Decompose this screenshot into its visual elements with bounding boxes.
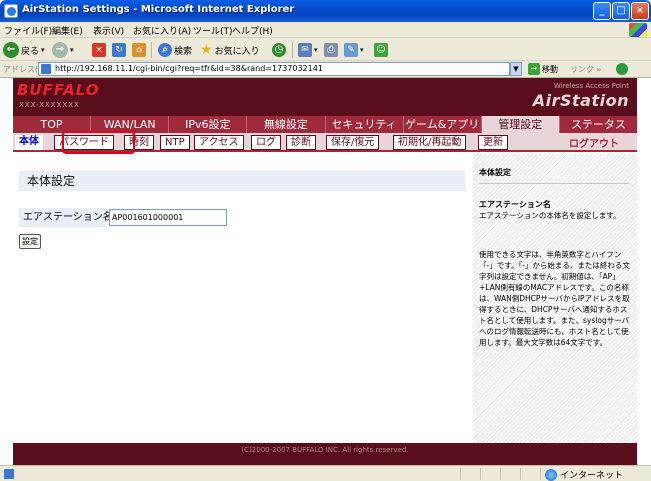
help-divider xyxy=(479,183,629,184)
product-name: AirStation xyxy=(532,91,629,110)
window-title: AirStation Settings - Microsoft Internet… xyxy=(22,4,295,15)
home-button[interactable]: ⌂ xyxy=(132,41,146,59)
forward-arrow-icon: → xyxy=(52,42,68,58)
password-highlight-box xyxy=(62,131,135,154)
links-button[interactable]: リンク » xyxy=(570,64,601,75)
tab-wireless[interactable]: 無線設定 xyxy=(246,116,324,133)
title-bar: AirStation Settings - Microsoft Internet… xyxy=(0,0,651,22)
section-title: 本体設定 xyxy=(19,171,465,191)
ie-icon xyxy=(4,4,18,18)
toolbar: ← 戻る ▾ → ▾ × ↻ ⌂ ⌕ 検索 ★ お気に入り ◷ ✉ ▾ ⎙ ✎ ▾ ☺ xyxy=(0,38,651,61)
home-icon: ⌂ xyxy=(132,43,146,57)
help-description: エアステーションの本体名を設定します。 xyxy=(479,211,621,220)
page-status-icon xyxy=(4,469,14,479)
minimize-button[interactable]: _ xyxy=(593,2,611,20)
subnav-access[interactable]: アクセス xyxy=(194,135,244,150)
mail-icon: ✉ xyxy=(298,43,312,57)
address-url: http://192.168.11.1/cgi-bin/cgi?req=tfr&… xyxy=(55,64,323,73)
history-button[interactable]: ◷ xyxy=(272,41,286,59)
search-button[interactable]: ⌕ 検索 xyxy=(158,41,192,59)
toolbar-separator xyxy=(151,42,152,58)
toolbar-separator xyxy=(292,42,293,58)
forward-button[interactable]: → ▾ xyxy=(52,41,74,59)
stop-button[interactable]: × xyxy=(92,41,106,59)
settings-panel: 本体設定 エアステーション名 設定 xyxy=(13,154,473,443)
subnav-device[interactable]: 本体 xyxy=(15,135,43,150)
status-separator xyxy=(480,468,481,480)
star-icon: ★ xyxy=(200,42,213,58)
address-input[interactable]: http://192.168.11.1/cgi-bin/cgi?req=tfr&… xyxy=(38,62,510,76)
edit-icon: ✎ xyxy=(344,43,358,57)
address-dropdown[interactable]: ▼ xyxy=(510,62,522,76)
print-button[interactable]: ⎙ xyxy=(324,41,338,59)
subnav-log[interactable]: ログ xyxy=(251,135,281,150)
maximize-button[interactable]: □ xyxy=(612,2,630,20)
router-header: BUFFALO XXX-XXXXXXX Wireless Access Poin… xyxy=(13,78,637,116)
print-icon: ⎙ xyxy=(324,43,338,57)
help-body: 使用できる文字は、半角英数字とハイフン「-」です。「-」から始まる、または終わる… xyxy=(479,250,630,347)
menu-file[interactable]: ファイル(F) xyxy=(4,24,52,37)
close-button[interactable]: × xyxy=(631,2,649,20)
refresh-button[interactable]: ↻ xyxy=(112,41,126,59)
tab-security[interactable]: セキュリティ xyxy=(324,116,403,133)
menu-view[interactable]: 表示(V) xyxy=(93,24,124,37)
stop-icon: × xyxy=(92,43,106,57)
help-title: 本体設定 xyxy=(479,168,511,177)
back-button[interactable]: ← 戻る ▾ xyxy=(3,41,45,59)
history-icon: ◷ xyxy=(272,43,286,57)
tab-ipv6[interactable]: IPv6設定 xyxy=(168,116,246,133)
tab-status[interactable]: ステータス xyxy=(558,116,637,133)
search-icon: ⌕ xyxy=(158,43,172,57)
status-separator xyxy=(520,468,521,480)
address-bar: アドレス(D) http://192.168.11.1/cgi-bin/cgi?… xyxy=(0,61,651,78)
station-name-label: エアステーション名 xyxy=(19,208,113,227)
security-zone: インターネット xyxy=(545,468,623,481)
status-bar: インターネット xyxy=(0,465,651,481)
page-content: BUFFALO XXX-XXXXXXX Wireless Access Poin… xyxy=(0,78,651,465)
go-button[interactable]: → 移動 xyxy=(528,63,558,75)
status-separator xyxy=(460,468,461,480)
extension-icon[interactable] xyxy=(616,63,628,75)
menu-favorites[interactable]: お気に入り(A) xyxy=(133,24,191,37)
internet-globe-icon xyxy=(545,468,557,481)
station-name-input[interactable] xyxy=(109,209,227,226)
tab-admin[interactable]: 管理設定 xyxy=(480,116,559,133)
help-subtitle: エアステーション名 xyxy=(479,200,551,209)
subnav-ntp[interactable]: NTP xyxy=(160,135,190,150)
subnav-init-restart[interactable]: 初期化/再起動 xyxy=(393,135,467,150)
logout-link[interactable]: ログアウト xyxy=(569,135,619,150)
messenger-icon: ☺ xyxy=(374,43,388,57)
windows-flag-icon xyxy=(629,23,647,37)
help-panel: 本体設定 エアステーション名 エアステーションの本体名を設定します。 使用できる… xyxy=(473,154,637,443)
model-name: XXX-XXXXXXX xyxy=(19,101,80,109)
product-subtitle: Wireless Access Point xyxy=(553,82,629,90)
back-arrow-icon: ← xyxy=(3,42,19,58)
sub-navigation: 本体 パスワード 時刻 NTP アクセス ログ 診断 保存/復元 初期化/再起動… xyxy=(13,131,637,154)
mail-button[interactable]: ✉ ▾ xyxy=(298,41,318,59)
buffalo-logo: BUFFALO xyxy=(17,81,100,99)
menu-edit[interactable]: 編集(E) xyxy=(52,24,83,37)
subnav-diagnosis[interactable]: 診断 xyxy=(286,135,316,150)
messenger-button[interactable]: ☺ xyxy=(374,41,388,59)
go-arrow-icon: → xyxy=(528,63,540,75)
set-button[interactable]: 設定 xyxy=(19,234,41,249)
subnav-update[interactable]: 更新 xyxy=(478,135,508,150)
menu-bar: ファイル(F) 編集(E) 表示(V) お気に入り(A) ツール(T) ヘルプ(… xyxy=(0,22,651,38)
menu-tools[interactable]: ツール(T) xyxy=(193,24,233,37)
copyright-footer: (C)2000-2007 BUFFALO INC. All rights res… xyxy=(13,443,637,465)
status-separator xyxy=(500,468,501,480)
refresh-icon: ↻ xyxy=(112,43,126,57)
subnav-save-restore[interactable]: 保存/復元 xyxy=(326,135,380,150)
menu-help[interactable]: ヘルプ(H) xyxy=(232,24,273,37)
page-icon xyxy=(41,64,51,74)
favorites-button[interactable]: ★ お気に入り xyxy=(200,41,260,59)
edit-button[interactable]: ✎ ▾ xyxy=(344,41,364,59)
tab-game-apps[interactable]: ゲーム&アプリ xyxy=(402,116,481,133)
status-separator xyxy=(540,468,541,480)
